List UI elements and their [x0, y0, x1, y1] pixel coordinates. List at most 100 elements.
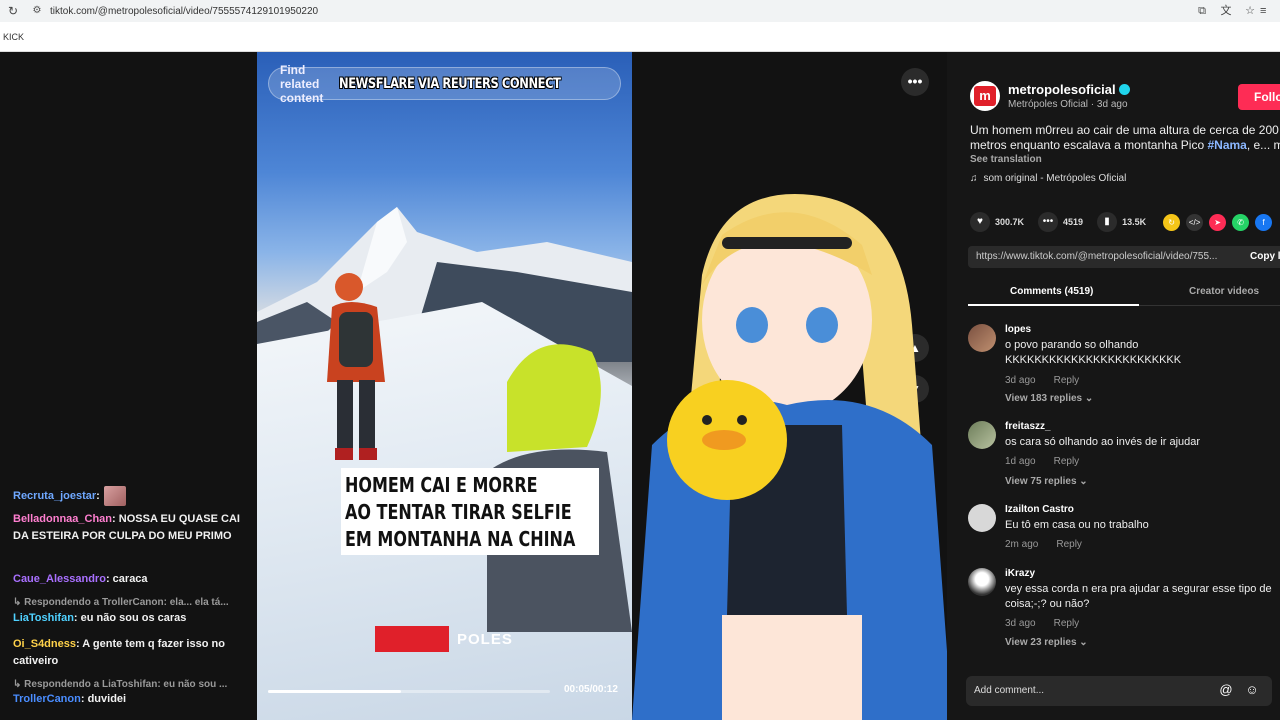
like-button[interactable]: ♥ 300.7K — [970, 212, 1024, 232]
comment-time: 1d ago — [1005, 456, 1036, 467]
music-link[interactable]: ♫ som original - Metrópoles Oficial — [970, 173, 1126, 184]
chat-username[interactable]: Recruta_joestar — [13, 490, 96, 502]
reload-icon[interactable]: ↻ — [6, 4, 20, 18]
comment-meta: 3d ago Reply — [1005, 618, 1079, 629]
facebook-icon[interactable]: f — [1255, 213, 1273, 231]
avatar[interactable] — [968, 421, 996, 449]
chat-text: duvidei — [87, 693, 127, 705]
save-button[interactable]: ▮ 13.5K — [1097, 212, 1146, 232]
video-link-field[interactable]: https://www.tiktok.com/@metropolesoficia… — [968, 246, 1280, 268]
verified-icon — [1118, 84, 1130, 96]
chat-username[interactable]: TrollerCanon — [13, 693, 81, 705]
comment-username[interactable]: iKrazy — [1005, 568, 1035, 579]
bookmark-kick[interactable]: KICK — [3, 32, 24, 42]
emoji-icon[interactable]: ☺ — [1244, 682, 1260, 698]
bookmarks-bar: KICK — [0, 22, 1280, 52]
creator-subtitle: Metrópoles Oficial · 3d ago — [1008, 99, 1128, 110]
follow-button[interactable]: Follo — [1238, 84, 1280, 110]
install-icon[interactable]: ⧉ — [1196, 5, 1208, 17]
heart-icon: ♥ — [970, 212, 990, 232]
reply-button[interactable]: Reply — [1054, 375, 1080, 386]
chat-reply-context: ↳ Respondendo a LiaToshifan: eu não sou … — [13, 679, 228, 690]
whatsapp-icon[interactable]: ✆ — [1232, 213, 1250, 231]
add-comment-field[interactable]: Add comment... @ ☺ — [966, 676, 1272, 706]
chat-username[interactable]: Caue_Alessandro — [13, 573, 106, 585]
logo-block — [375, 626, 449, 652]
bookmark-icon: ▮ — [1097, 212, 1118, 232]
reply-text: Respondendo a TrollerCanon: ela... ela t… — [24, 597, 229, 608]
chat-username[interactable]: Oi_S4dness — [13, 638, 76, 650]
comment-text: vey essa corda n era pra ajudar a segura… — [1005, 583, 1272, 610]
comment-username[interactable]: lopes — [1005, 324, 1031, 335]
vtuber-avatar — [632, 194, 952, 720]
comment-icon: ••• — [1038, 212, 1059, 232]
engagement-bar: ♥ 300.7K ••• 4519 ▮ 13.5K ↻ </> ➤ ✆ f — [970, 212, 1273, 232]
panel-tabs: Comments (4519) Creator videos — [968, 280, 1280, 306]
chat-message: Oi_S4dness: A gente tem q fazer isso no … — [13, 638, 225, 667]
comment-meta: 1d ago Reply — [1005, 456, 1079, 467]
see-translation-link[interactable]: See translation — [970, 154, 1042, 165]
view-replies-button[interactable]: View 75 replies ⌄ — [1005, 476, 1088, 487]
reply-button[interactable]: Reply — [1056, 539, 1082, 550]
add-comment-placeholder: Add comment... — [974, 685, 1045, 696]
tab-comments[interactable]: Comments (4519) — [1010, 286, 1093, 297]
metropoles-watermark: POLES — [375, 626, 513, 652]
video-progress-fill — [268, 690, 401, 693]
avatar[interactable] — [968, 568, 996, 596]
send-icon[interactable]: ➤ — [1209, 213, 1227, 231]
view-replies-button[interactable]: View 183 replies ⌄ — [1005, 393, 1093, 404]
chat-username[interactable]: LiaToshifan — [13, 612, 74, 624]
address-bar[interactable]: tiktok.com/@metropolesoficial/video/7555… — [50, 6, 1196, 17]
video-player[interactable]: Find related content NEWSFLARE VIA REUTE… — [257, 52, 632, 720]
comment-username[interactable]: Izailton Castro — [1005, 504, 1074, 515]
share-options: ↻ </> ➤ ✆ f — [1163, 213, 1273, 231]
music-label: som original - Metrópoles Oficial — [983, 173, 1127, 184]
creator-avatar[interactable]: m — [970, 81, 1000, 111]
caption-line: EM MONTANHA NA CHINA — [345, 527, 576, 551]
comment-time: 3d ago — [1005, 618, 1036, 629]
chat-reply-context: ↳ Respondendo a TrollerCanon: ela... ela… — [13, 597, 229, 608]
music-note-icon: ♫ — [970, 173, 978, 184]
tab-creator-videos[interactable]: Creator videos — [1189, 286, 1259, 297]
hashtag-link[interactable]: #Nama — [1207, 138, 1246, 152]
embed-icon[interactable]: </> — [1186, 213, 1204, 231]
avatar[interactable] — [968, 504, 996, 532]
description-more[interactable]: , e... m — [1247, 138, 1280, 152]
watermark-text: POLES — [457, 630, 513, 648]
video-caption: HOMEM CAI E MORRE AO TENTAR TIRAR SELFIE… — [341, 468, 599, 555]
chat-message: Belladonnaa_Chan: NOSSA EU QUASE CAI DA … — [13, 513, 240, 542]
video-credit: NEWSFLARE VIA REUTERS CONNECT — [338, 75, 561, 92]
translate-icon[interactable]: 文 — [1220, 5, 1232, 17]
star-icon[interactable]: ☆ — [1244, 5, 1256, 17]
comment-text: os cara só olhando ao invés de ir ajudar — [1005, 436, 1201, 448]
repost-icon[interactable]: ↻ — [1163, 213, 1181, 231]
comment-item: freitaszz_ os cara só olhando ao invés d… — [968, 421, 1280, 491]
comment-username[interactable]: freitaszz_ — [1005, 421, 1051, 432]
emote-icon — [103, 486, 126, 506]
chat-username[interactable]: Belladonnaa_Chan — [13, 513, 112, 525]
more-options-button[interactable]: ••• — [901, 68, 929, 96]
caption-line: HOMEM CAI E MORRE — [345, 473, 538, 497]
comment-text: o povo parando so olhando KKKKKKKKKKKKKK… — [1005, 339, 1182, 366]
reply-button[interactable]: Reply — [1054, 456, 1080, 467]
avatar[interactable] — [968, 324, 996, 352]
reply-button[interactable]: Reply — [1054, 618, 1080, 629]
menu-icon[interactable]: ≡ — [1260, 5, 1274, 17]
mention-icon[interactable]: @ — [1218, 682, 1234, 698]
chat-message: LiaToshifan: eu não sou os caras — [13, 612, 187, 624]
copy-link-button[interactable]: Copy l — [1250, 246, 1280, 268]
comment-item: iKrazy vey essa corda n era pra ajudar a… — [968, 568, 1280, 652]
video-progress-bar[interactable] — [268, 690, 550, 693]
like-count: 300.7K — [995, 217, 1025, 227]
creator-name[interactable]: metropolesoficial — [1008, 82, 1130, 97]
reply-text: Respondendo a LiaToshifan: eu não sou ..… — [24, 679, 228, 690]
chat-text: caraca — [112, 573, 148, 585]
post-description: Um homem m0rreu ao cair de uma altura de… — [970, 123, 1280, 153]
view-replies-button[interactable]: View 23 replies ⌄ — [1005, 637, 1088, 648]
site-info-icon[interactable]: ⚙ — [30, 4, 44, 18]
active-tab-indicator — [968, 304, 1139, 306]
comment-time: 2m ago — [1005, 539, 1039, 550]
find-related-label: Find related content — [280, 62, 324, 105]
find-related-pill[interactable]: Find related content NEWSFLARE VIA REUTE… — [268, 63, 621, 105]
comment-button[interactable]: ••• 4519 — [1038, 212, 1083, 232]
